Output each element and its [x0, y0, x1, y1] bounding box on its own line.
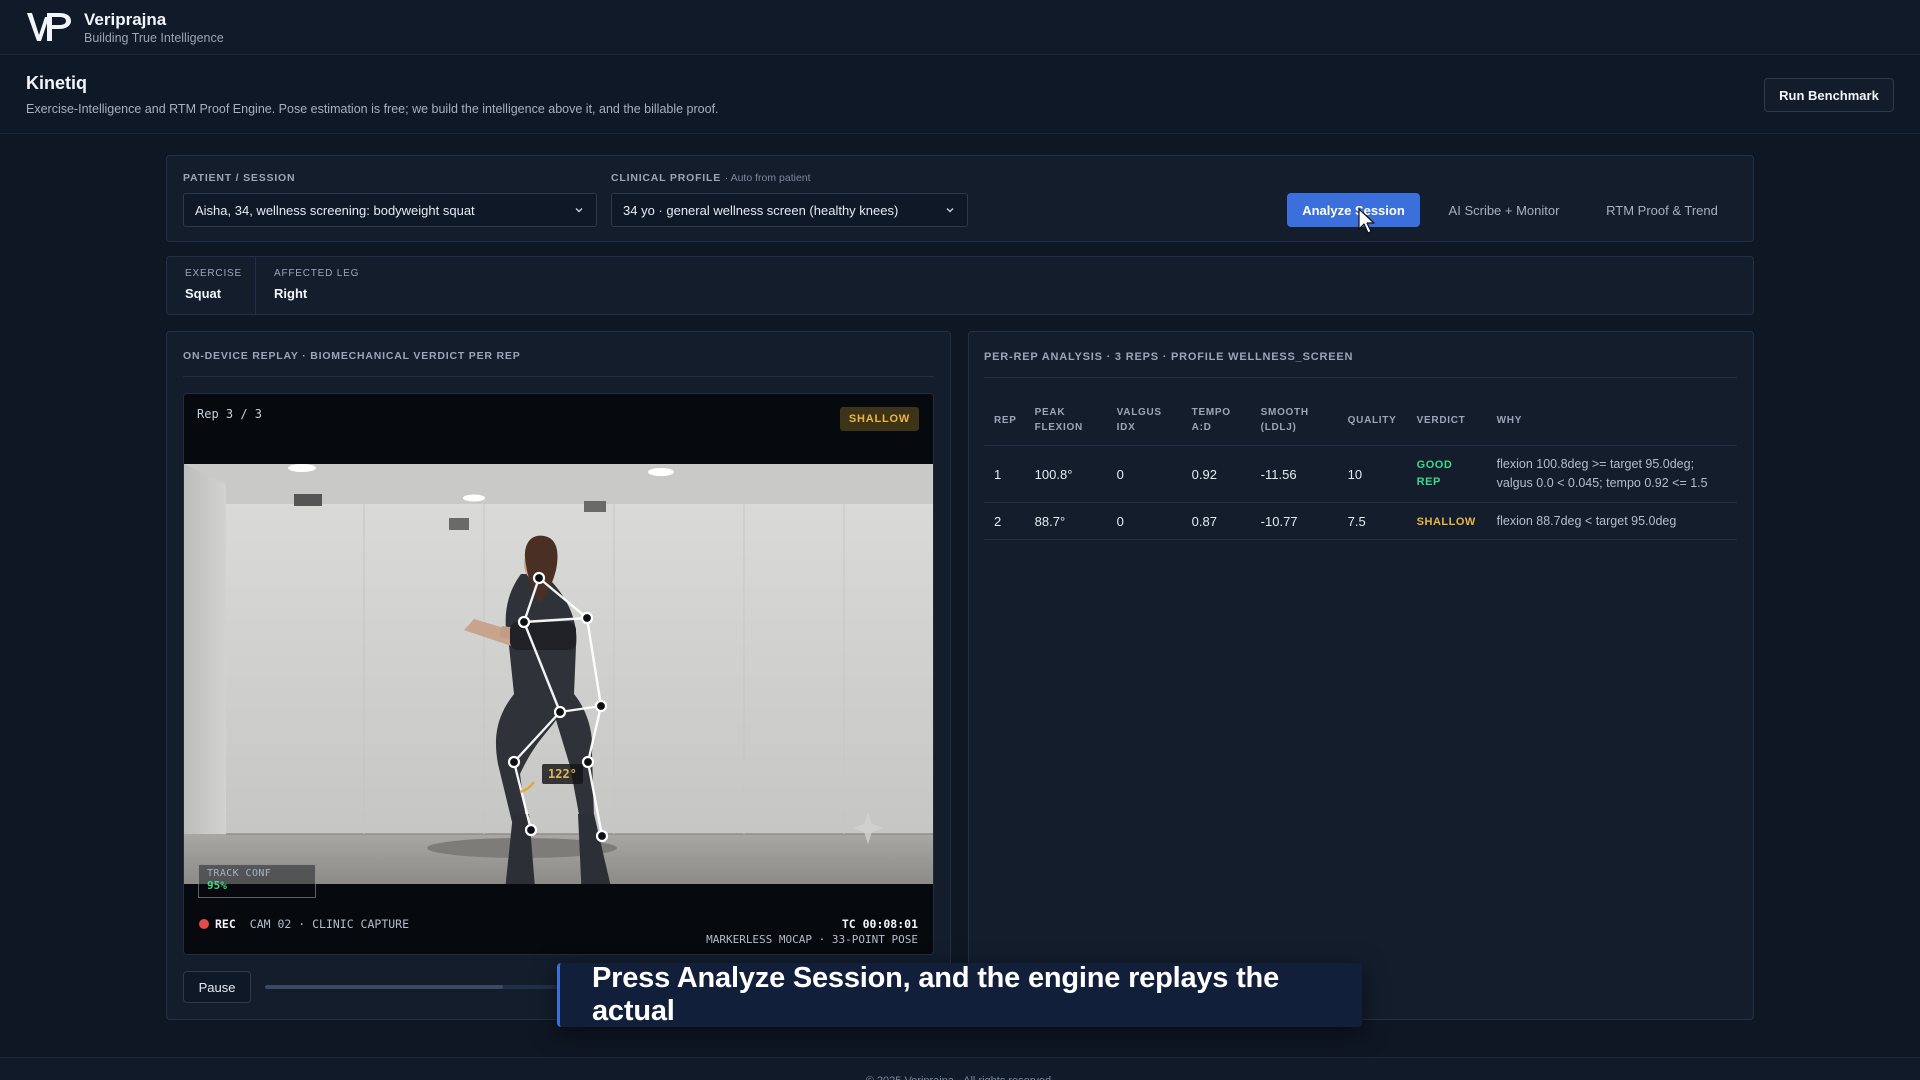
run-benchmark-button[interactable]: Run Benchmark: [1764, 78, 1894, 112]
tutorial-caption: Press Analyze Session, and the engine re…: [557, 962, 1362, 1027]
table-row[interactable]: 2 88.7° 0 0.87 -10.77 7.5 SHALLOW flexio…: [984, 502, 1737, 540]
col-smooth: SMOOTH (LDLJ): [1250, 395, 1338, 446]
clinical-profile-label: CLINICAL PROFILE · Auto from patient: [611, 172, 811, 184]
verdict-badge: SHALLOW: [840, 407, 919, 431]
brand-tagline: Building True Intelligence: [84, 30, 224, 45]
mouse-cursor-icon: [1358, 208, 1375, 234]
rtm-proof-trend-button[interactable]: RTM Proof & Trend: [1588, 193, 1736, 227]
cell-smooth: -10.77: [1250, 502, 1338, 540]
patient-session-value: Aisha, 34, wellness screening: bodyweigh…: [195, 202, 475, 218]
chevron-down-icon: [946, 208, 954, 213]
col-quality: QUALITY: [1337, 395, 1407, 446]
ai-scribe-monitor-button[interactable]: AI Scribe + Monitor: [1426, 193, 1582, 227]
rep-counter: Rep 3 / 3: [197, 407, 263, 421]
pause-button[interactable]: Pause: [183, 971, 251, 1003]
affected-leg-field: AFFECTED LEG Right: [274, 268, 359, 301]
page-header: Kinetiq Exercise-Intelligence and RTM Pr…: [0, 56, 1920, 134]
veriprajna-logo[interactable]: [26, 9, 74, 45]
patient-session-label: PATIENT / SESSION: [183, 172, 296, 184]
verdict-good-rep: GOOD REP: [1416, 459, 1453, 488]
exercise-value: Squat: [185, 286, 222, 301]
analysis-divider: [984, 377, 1737, 378]
col-why: WHY: [1486, 395, 1737, 446]
rec-label: REC: [215, 917, 236, 931]
col-rep: REP: [984, 395, 1025, 446]
table-header-row: REP PEAK FLEXION VALGUS IDX TEMPO A:D SM…: [984, 395, 1737, 446]
cell-smooth: -11.56: [1250, 445, 1338, 503]
replay-title: ON-DEVICE REPLAY · BIOMECHANICAL VERDICT…: [183, 350, 521, 362]
page-subtitle: Exercise-Intelligence and RTM Proof Engi…: [26, 102, 719, 116]
cell-why: flexion 88.7deg < target 95.0deg: [1486, 502, 1737, 540]
cell-tempo: 0.92: [1181, 445, 1251, 503]
capture-mode: MARKERLESS MOCAP · 33-POINT POSE: [706, 933, 918, 946]
cell-flexion: 100.8°: [1024, 445, 1107, 503]
clinical-profile-label-text: CLINICAL PROFILE: [611, 172, 722, 184]
replay-divider: [183, 376, 934, 377]
affected-leg-value: Right: [274, 286, 308, 301]
exercise-field: EXERCISE Squat: [185, 268, 242, 301]
cell-tempo: 0.87: [1181, 502, 1251, 540]
vp-logo-icon: [27, 13, 71, 41]
cell-flexion: 88.7°: [1024, 502, 1107, 540]
col-peak-flexion: PEAK FLEXION: [1024, 395, 1107, 446]
brand-bar: Veriprajna Building True Intelligence: [0, 0, 1920, 55]
footer: © 2025 Veriprajna · All rights reserved.: [0, 1057, 1920, 1080]
cell-quality: 7.5: [1337, 502, 1407, 540]
track-confidence-box: TRACK CONF 95%: [198, 864, 316, 898]
cell-rep: 2: [984, 502, 1025, 540]
replay-video[interactable]: Rep 3 / 3 SHALLOW 122° TRACK CONF 95% RE…: [183, 393, 934, 955]
cell-valgus: 0: [1106, 502, 1182, 540]
table-row[interactable]: 1 100.8° 0 0.92 -11.56 10 GOOD REP flexi…: [984, 445, 1737, 503]
exercise-meta-panel: [166, 256, 1754, 315]
cell-why: flexion 100.8deg >= target 95.0deg; valg…: [1486, 445, 1737, 503]
patient-session-select[interactable]: Aisha, 34, wellness screening: bodyweigh…: [183, 193, 597, 227]
cell-rep: 1: [984, 445, 1025, 503]
clinical-profile-hint: · Auto from patient: [724, 172, 811, 184]
replay-progress-fill: [265, 985, 503, 989]
meta-divider: [255, 257, 256, 314]
cell-quality: 10: [1337, 445, 1407, 503]
cell-valgus: 0: [1106, 445, 1182, 503]
track-conf-label: TRACK CONF: [207, 868, 272, 879]
rec-dot-icon: [199, 919, 209, 929]
timecode: TC 00:08:01: [841, 917, 918, 931]
camera-label: CAM 02 · CLINIC CAPTURE: [249, 917, 410, 931]
analyze-session-button[interactable]: Analyze Session: [1287, 193, 1420, 227]
recording-status: REC CAM 02 · CLINIC CAPTURE: [199, 917, 409, 931]
analysis-title: PER-REP ANALYSIS · 3 REPS · PROFILE WELL…: [984, 351, 1354, 363]
knee-angle-readout: 122°: [542, 764, 583, 784]
clinical-profile-select[interactable]: 34 yo · general wellness screen (healthy…: [611, 193, 968, 227]
track-conf-value: 95%: [207, 879, 227, 892]
clinical-profile-value: 34 yo · general wellness screen (healthy…: [623, 202, 899, 218]
brand-name: Veriprajna: [84, 9, 167, 29]
chevron-down-icon: [575, 208, 583, 213]
verdict-shallow: SHALLOW: [1416, 515, 1476, 528]
col-tempo: TEMPO A:D: [1181, 395, 1251, 446]
page-title: Kinetiq: [26, 73, 87, 93]
affected-leg-label: AFFECTED LEG: [274, 268, 360, 279]
per-rep-table: REP PEAK FLEXION VALGUS IDX TEMPO A:D SM…: [984, 395, 1737, 540]
exercise-label: EXERCISE: [185, 268, 242, 279]
col-valgus-idx: VALGUS IDX: [1106, 395, 1182, 446]
col-verdict: VERDICT: [1406, 395, 1487, 446]
